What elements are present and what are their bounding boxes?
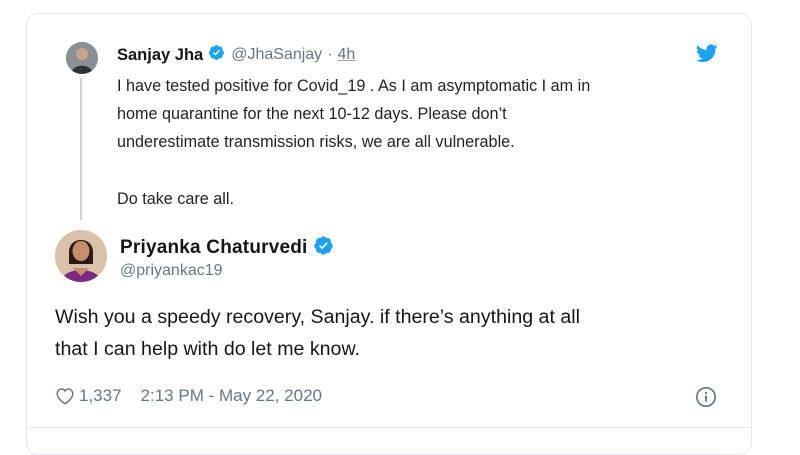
reply-handle[interactable]: @priyankac19 — [120, 262, 223, 280]
reply-tweet-text: Wish you a speedy recovery, Sanjay. if t… — [55, 301, 735, 365]
verified-badge-icon — [208, 44, 225, 66]
priyanka-chaturvedi-avatar[interactable] — [55, 230, 107, 282]
bottom-divider — [26, 427, 750, 428]
tweet-text-line: I have tested positive for Covid_19 . As… — [117, 77, 591, 95]
like-button[interactable]: 1,337 — [55, 386, 122, 406]
tweet-closing-line: Do take care all. — [117, 189, 234, 208]
twitter-bird-icon[interactable] — [696, 44, 718, 68]
verified-badge-icon — [313, 235, 334, 261]
tweet-footer: 1,337 2:13 PM - May 22, 2020 — [55, 381, 322, 411]
original-tweet-header: Sanjay Jha @JhaSanjay · 4h — [117, 43, 355, 67]
avatar-image — [66, 42, 98, 74]
tweet-text-line: Wish you a speedy recovery, Sanjay. if t… — [55, 306, 580, 328]
original-time-ago-link[interactable]: 4h — [338, 46, 356, 64]
original-handle[interactable]: @JhaSanjay — [231, 46, 322, 64]
reply-tweet-header: Priyanka Chaturvedi — [120, 234, 334, 262]
original-display-name[interactable]: Sanjay Jha — [117, 46, 203, 65]
original-tweet-text: I have tested positive for Covid_19 . As… — [117, 72, 717, 213]
like-count: 1,337 — [79, 386, 122, 405]
sanjay-jha-avatar[interactable] — [66, 42, 98, 74]
separator-dot: · — [327, 46, 333, 63]
thread-connector-line — [80, 78, 82, 220]
tweet-text-line: underestimate transmission risks, we are… — [117, 133, 515, 152]
tweet-text-line: home quarantine for the next 10-12 days.… — [117, 105, 507, 124]
info-icon[interactable] — [695, 386, 717, 413]
reply-display-name[interactable]: Priyanka Chaturvedi — [120, 237, 308, 259]
tweet-timestamp-link[interactable]: 2:13 PM - May 22, 2020 — [141, 386, 322, 406]
heart-icon — [56, 388, 74, 405]
avatar-image — [55, 230, 107, 282]
tweet-text-line: that I can help with do let me know. — [55, 338, 360, 360]
